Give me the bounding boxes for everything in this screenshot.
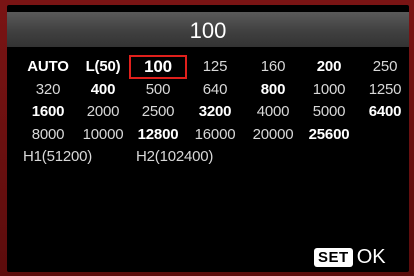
iso-option[interactable]: 3200	[185, 101, 245, 123]
iso-option[interactable]: 16000	[185, 124, 245, 146]
iso-option[interactable]: 320	[18, 79, 78, 101]
iso-option[interactable]: 800	[243, 79, 303, 101]
iso-option[interactable]: 12800	[128, 124, 188, 146]
iso-option[interactable]: 5000	[299, 101, 359, 123]
iso-option[interactable]: 1600	[18, 101, 78, 123]
iso-option[interactable]: 1000	[299, 79, 359, 101]
iso-grid: AUTO L(50) 100 125 160 200 250 320 400 500 640 800 1…	[7, 55, 409, 169]
iso-option[interactable]: 100	[129, 55, 187, 79]
iso-option[interactable]: 160	[243, 56, 303, 78]
iso-option[interactable]: 6400	[355, 101, 409, 123]
iso-option[interactable]: H2(102400)	[136, 146, 226, 168]
iso-option[interactable]: H1(51200)	[23, 146, 113, 168]
iso-option[interactable]: 500	[128, 79, 188, 101]
iso-option[interactable]: 2000	[73, 101, 133, 123]
set-ok-button[interactable]: SET OK	[314, 247, 386, 267]
iso-option[interactable]: AUTO	[18, 56, 78, 78]
iso-option[interactable]: 2500	[128, 101, 188, 123]
iso-option[interactable]: 125	[185, 56, 245, 78]
iso-option[interactable]: 10000	[73, 124, 133, 146]
iso-option[interactable]: 4000	[243, 101, 303, 123]
iso-option[interactable]: 25600	[299, 124, 359, 146]
iso-option[interactable]: 1250	[355, 79, 409, 101]
ok-label: OK	[356, 246, 386, 268]
set-label: SET	[314, 247, 353, 267]
iso-row: AUTO L(50) 100 125 160 200 250	[7, 55, 409, 79]
iso-current-value: 100	[7, 12, 409, 47]
iso-option[interactable]: 250	[355, 56, 409, 78]
iso-row: 1600 2000 2500 3200 4000 5000 6400	[7, 101, 409, 124]
iso-option[interactable]: 8000	[18, 124, 78, 146]
iso-option[interactable]: 20000	[243, 124, 303, 146]
iso-option[interactable]: L(50)	[73, 56, 133, 78]
iso-option[interactable]: 640	[185, 79, 245, 101]
iso-row: 320 400 500 640 800 1000 1250	[7, 79, 409, 102]
iso-option[interactable]: 200	[299, 56, 359, 78]
iso-row: 8000 10000 12800 16000 20000 25600	[7, 124, 409, 147]
lcd-screen: 100 AUTO L(50) 100 125 160 200 250 320 400 500 640…	[7, 5, 409, 272]
iso-option[interactable]: 400	[73, 79, 133, 101]
iso-row: H1(51200) H2(102400)	[7, 146, 409, 169]
